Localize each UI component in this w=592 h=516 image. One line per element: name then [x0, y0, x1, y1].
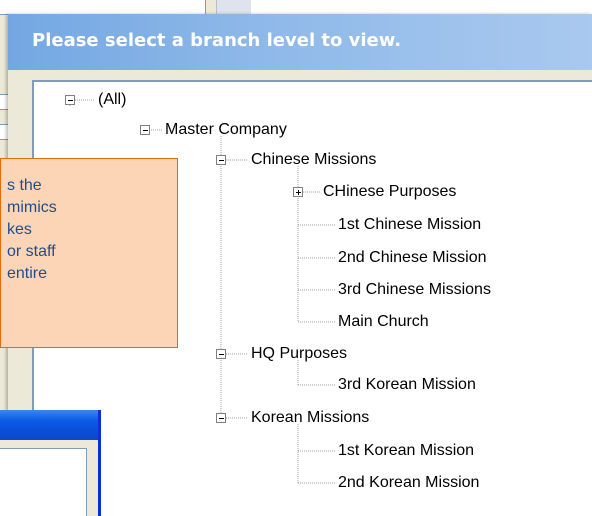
xp-window-titlebar: [0, 410, 98, 440]
dialog-header: Please select a branch level to view.: [8, 14, 592, 70]
callout-text-line: mimics: [7, 199, 57, 216]
collapse-hq-purposes-toggle[interactable]: [216, 349, 226, 359]
tree-node-all[interactable]: (All): [98, 90, 126, 110]
tree-node-chinese-purposes[interactable]: CHinese Purposes: [323, 182, 456, 202]
minus-icon: [219, 418, 224, 419]
tree-node-master-company[interactable]: Master Company: [165, 120, 287, 140]
collapse-korean-missions-toggle[interactable]: [216, 413, 226, 423]
minus-icon: [143, 130, 148, 131]
tree-node-2nd-korean-mission[interactable]: 2nd Korean Mission: [338, 473, 479, 493]
callout-text-line: kes: [7, 221, 32, 238]
minus-icon: [219, 160, 224, 161]
background-field: [0, 0, 206, 15]
tree-node-1st-korean-mission[interactable]: 1st Korean Mission: [338, 441, 474, 461]
expand-chinese-purposes-toggle[interactable]: [293, 187, 303, 197]
screen: Please select a branch level to view. (A…: [0, 0, 592, 516]
tree-node-hq-purposes[interactable]: HQ Purposes: [251, 344, 347, 364]
callout-text-line: or staff: [7, 243, 56, 260]
dialog-title: Please select a branch level to view.: [32, 30, 402, 51]
tree-node-3rd-chinese-missions[interactable]: 3rd Chinese Missions: [338, 280, 491, 300]
tree-node-3rd-korean-mission[interactable]: 3rd Korean Mission: [338, 375, 476, 395]
tree-node-main-church[interactable]: Main Church: [338, 312, 429, 332]
xp-window-field: [0, 448, 87, 516]
collapse-chinese-missions-toggle[interactable]: [216, 155, 226, 165]
callout-text-line: entire: [7, 265, 48, 282]
annotation-callout: s the mimics kes or staff entire: [0, 158, 178, 348]
callout-text-line: s the: [7, 177, 42, 194]
minus-icon: [219, 354, 224, 355]
collapse-master-toggle[interactable]: [140, 125, 150, 135]
tree-node-chinese-missions[interactable]: Chinese Missions: [251, 150, 376, 170]
minus-icon: [68, 100, 73, 101]
plus-icon-v: [298, 190, 299, 195]
background-xp-window: [0, 410, 101, 516]
tree-node-1st-chinese-mission[interactable]: 1st Chinese Mission: [338, 215, 481, 235]
tree-node-2nd-chinese-mission[interactable]: 2nd Chinese Mission: [338, 248, 487, 268]
collapse-all-toggle[interactable]: [65, 95, 75, 105]
tree-node-korean-missions[interactable]: Korean Missions: [251, 408, 369, 428]
